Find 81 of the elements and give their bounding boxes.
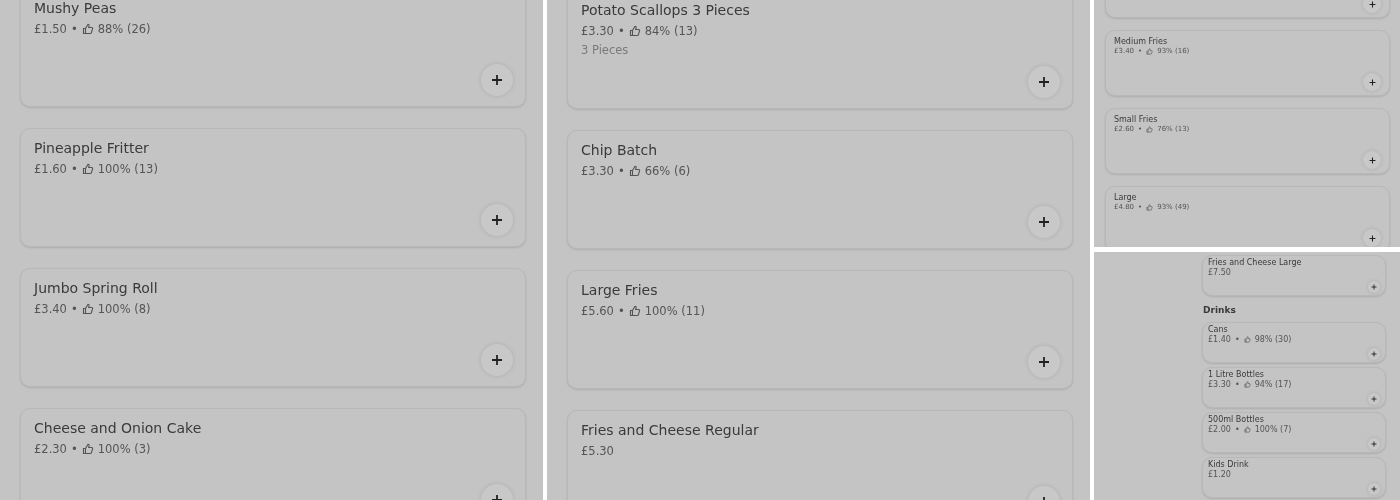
add-button[interactable] [1363,151,1381,169]
item-name: Small Fries [1114,115,1159,125]
item-name: Medium Fries [1114,37,1169,47]
plus-icon [1371,485,1377,492]
plus-icon [1368,156,1376,164]
separator-dot: • [1234,379,1240,390]
item-price: £2.00 [1208,424,1231,435]
item-name: Fries and Cheese Large [1208,258,1303,268]
item-description: 3 Pieces [581,42,630,60]
add-button[interactable] [481,204,513,236]
add-button[interactable] [481,64,513,96]
item-rating: 66% (6) [644,163,691,179]
item-name: Jumbo Spring Roll [34,280,159,298]
separator-dot: • [70,21,78,37]
item-price: £5.60 [581,303,614,319]
plus-icon [1038,356,1050,368]
add-button[interactable] [1368,392,1380,405]
plus-icon [491,214,503,226]
plus-icon [1038,216,1050,228]
separator-dot: • [617,163,625,179]
add-button[interactable] [1363,73,1381,91]
item-rating: 100% (7) [1254,424,1292,435]
item-name: Chip Batch [581,142,659,160]
plus-icon [491,354,503,366]
add-button[interactable] [1368,281,1380,293]
item-name: Potato Scallops 3 Pieces [581,2,751,20]
item-price: £3.40 [34,301,67,317]
item-name: Large Fries [581,282,659,300]
item-price: £1.50 [34,21,67,37]
item-rating: 100% (8) [97,301,151,317]
separator-dot: • [70,161,78,177]
item-price: £5.30 [581,443,614,459]
section-heading: Drinks [1203,304,1237,317]
separator-dot: • [1234,424,1240,435]
item-name: Mushy Peas [34,0,118,18]
item-price: £3.30 [581,163,614,179]
item-name: 500ml Bottles [1208,414,1265,425]
item-price: £1.20 [1208,469,1231,480]
item-name: Fries and Cheese Regular [581,422,760,440]
plus-icon [1368,0,1376,8]
plus-icon [1368,234,1376,242]
add-button[interactable] [1028,206,1060,238]
item-rating: 88% (26) [97,21,151,37]
plus-icon [1371,284,1377,290]
add-button[interactable] [1363,229,1381,247]
item-rating: 98% (30) [1254,334,1292,345]
plus-icon [1371,395,1377,402]
plus-icon [1368,78,1376,86]
separator-dot: • [617,23,625,39]
item-name: Pineapple Fritter [34,140,150,158]
item-name: Cheese and Onion Cake [34,420,203,438]
plus-icon [491,74,503,86]
add-button[interactable] [1368,482,1380,495]
item-name: Large [1114,193,1138,203]
separator-dot: • [617,303,625,319]
item-price: £3.30 [581,23,614,39]
item-price: £1.40 [1208,334,1231,345]
plus-icon [1038,76,1050,88]
item-rating: 100% (3) [97,441,151,457]
item-price: £2.30 [34,441,67,457]
separator-dot: • [1234,334,1240,345]
item-rating: 94% (17) [1254,379,1292,390]
add-button[interactable] [1028,346,1060,378]
separator-dot: • [70,301,78,317]
plus-icon [1371,440,1377,447]
add-button[interactable] [1028,66,1060,98]
item-name: 1 Litre Bottles [1208,369,1265,380]
item-name: Kids Drink [1208,459,1250,470]
plus-icon [1371,350,1377,357]
item-rating: 100% (11) [644,303,705,319]
item-rating: 84% (13) [644,23,698,39]
item-rating: 100% (13) [97,161,158,177]
item-price: £7.50 [1208,268,1231,279]
item-price: £1.60 [34,161,67,177]
item-price: £3.30 [1208,379,1231,390]
add-button[interactable] [1368,437,1380,450]
add-button[interactable] [1363,0,1381,13]
separator-dot: • [70,441,78,457]
add-button[interactable] [1368,347,1380,360]
add-button[interactable] [481,344,513,376]
item-name: Cans [1208,324,1229,335]
